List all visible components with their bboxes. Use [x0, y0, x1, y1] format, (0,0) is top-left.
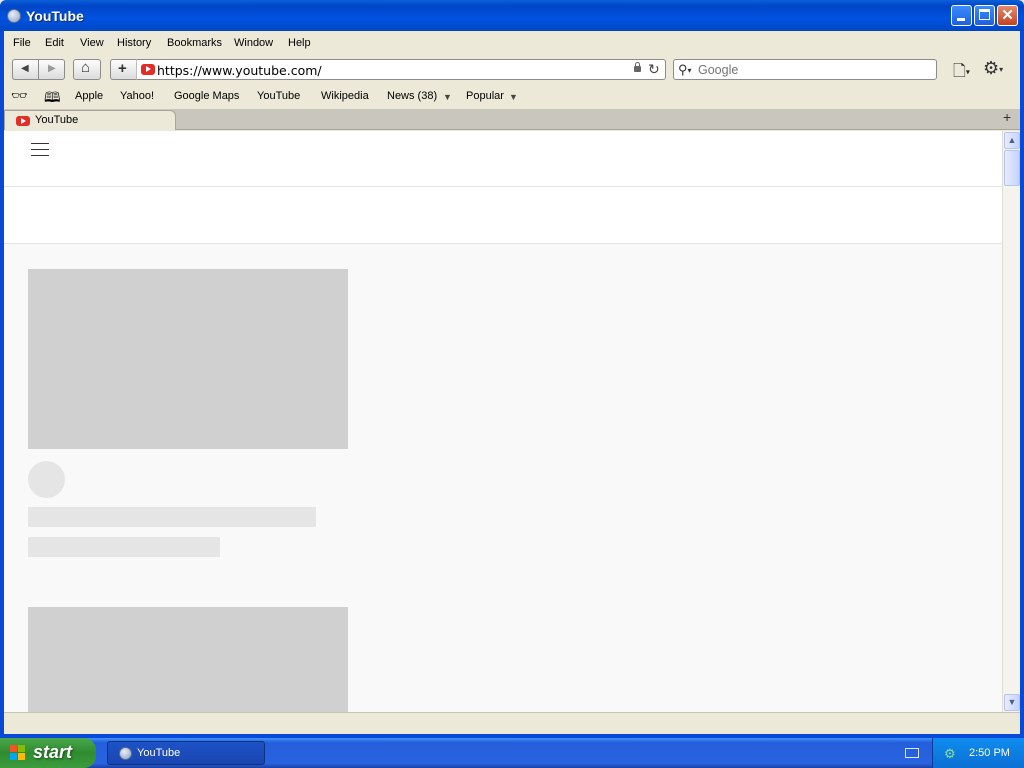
menu-bookmarks[interactable]: Bookmarks [167, 37, 222, 49]
back-button[interactable]: ◀ [12, 59, 38, 80]
system-tray: ⚙ 2:50 PM [932, 738, 1024, 768]
reload-icon[interactable]: ↻ [648, 61, 660, 78]
new-tab-button[interactable]: + [1003, 109, 1011, 125]
bookmark-popular-folder[interactable]: Popular [466, 90, 504, 102]
minimize-button[interactable] [951, 5, 972, 26]
youtube-chips-bar [4, 187, 1002, 244]
address-bar[interactable]: https://www.youtube.com/ ↻ [136, 59, 666, 80]
safari-icon [7, 9, 21, 23]
forward-icon: ▶ [48, 63, 56, 74]
start-button[interactable]: start [0, 738, 96, 768]
lock-icon [634, 62, 641, 72]
window-frame-right [1020, 31, 1024, 734]
window-title: YouTube [26, 8, 84, 24]
forward-button[interactable]: ▶ [38, 59, 65, 80]
start-label: start [33, 742, 73, 762]
youtube-favicon-icon [16, 116, 30, 126]
tab-label: YouTube [35, 114, 79, 126]
home-button[interactable]: ⌂ [73, 59, 101, 80]
page-menu-icon[interactable]: 🗋▾ [953, 60, 970, 87]
bookmark-apple[interactable]: Apple [75, 90, 103, 102]
menu-help[interactable]: Help [288, 37, 311, 49]
channel-avatar-placeholder [28, 461, 65, 498]
taskbar-item-youtube[interactable]: YouTube [107, 741, 265, 765]
bookmarks-bar: 👓︎ 🕮︎ Apple Yahoo! Google Maps YouTube W… [4, 85, 1020, 108]
home-icon: ⌂ [81, 59, 91, 76]
menu-edit[interactable]: Edit [45, 37, 64, 49]
search-bar[interactable]: ⚲▾ [673, 59, 937, 80]
clock[interactable]: 2:50 PM [969, 747, 1010, 759]
video-meta-placeholder [28, 537, 220, 557]
safari-icon [119, 747, 132, 760]
menu-file[interactable]: File [13, 37, 31, 49]
maximize-button[interactable] [974, 5, 995, 26]
bookmark-google-maps[interactable]: Google Maps [174, 90, 239, 102]
url-text[interactable]: https://www.youtube.com/ [157, 63, 322, 78]
keyboard-icon[interactable] [905, 748, 919, 758]
scroll-up-button[interactable]: ▲ [1004, 132, 1020, 149]
menu-history[interactable]: History [117, 37, 151, 49]
video-title-placeholder [28, 507, 316, 527]
taskbar-item-label: YouTube [137, 747, 181, 759]
gear-icon: ⚙ [983, 58, 1000, 78]
network-icon[interactable]: ⚙ [944, 746, 956, 762]
chevron-down-icon: ▾ [999, 64, 1004, 74]
chevron-down-icon[interactable]: ▼ [443, 92, 452, 102]
window-title-bar[interactable] [0, 0, 1024, 31]
add-bookmark-icon: + [118, 60, 127, 77]
menu-bar: File Edit View History Bookmarks Window … [4, 31, 1020, 55]
close-icon: ✕ [1001, 7, 1014, 24]
page-icon: 🗋 [953, 63, 966, 80]
tab-youtube[interactable]: YouTube [4, 110, 176, 130]
add-bookmark-button[interactable]: + [110, 59, 136, 80]
bookmark-youtube[interactable]: YouTube [257, 90, 300, 102]
scroll-down-button[interactable]: ▼ [1004, 694, 1020, 711]
vertical-scrollbar[interactable]: ▲ ▼ [1002, 131, 1020, 712]
youtube-header [4, 131, 1002, 187]
web-content[interactable] [4, 131, 1002, 712]
chevron-down-icon[interactable]: ▼ [509, 92, 518, 102]
bookmark-wikipedia[interactable]: Wikipedia [321, 90, 369, 102]
video-thumbnail-placeholder[interactable] [28, 607, 348, 712]
chevron-down-icon: ▾ [965, 67, 970, 77]
navigation-toolbar: ◀ ▶ ⌂ + https://www.youtube.com/ ↻ ⚲▾ 🗋▾… [4, 55, 1020, 85]
menu-view[interactable]: View [80, 37, 104, 49]
back-icon: ◀ [21, 63, 29, 74]
windows-logo-icon [10, 745, 26, 761]
menu-window[interactable]: Window [234, 37, 273, 49]
maximize-icon [979, 9, 990, 20]
status-bar [4, 712, 1020, 734]
bookmark-yahoo[interactable]: Yahoo! [120, 90, 154, 102]
video-thumbnail-placeholder[interactable] [28, 269, 348, 449]
youtube-favicon-icon [141, 64, 155, 75]
bookmark-news-folder[interactable]: News (38) [387, 90, 437, 102]
hamburger-menu-icon[interactable] [31, 143, 49, 157]
reading-list-icon[interactable]: 👓︎ [11, 88, 28, 104]
close-button[interactable]: ✕ [997, 5, 1018, 26]
settings-menu-button[interactable]: ⚙▾ [983, 58, 1003, 79]
search-icon[interactable]: ⚲▾ [678, 62, 692, 78]
bookmarks-icon[interactable]: 🕮︎ [44, 87, 61, 111]
search-input[interactable] [698, 62, 928, 77]
scroll-thumb[interactable] [1004, 150, 1020, 186]
minimize-icon [957, 18, 965, 21]
